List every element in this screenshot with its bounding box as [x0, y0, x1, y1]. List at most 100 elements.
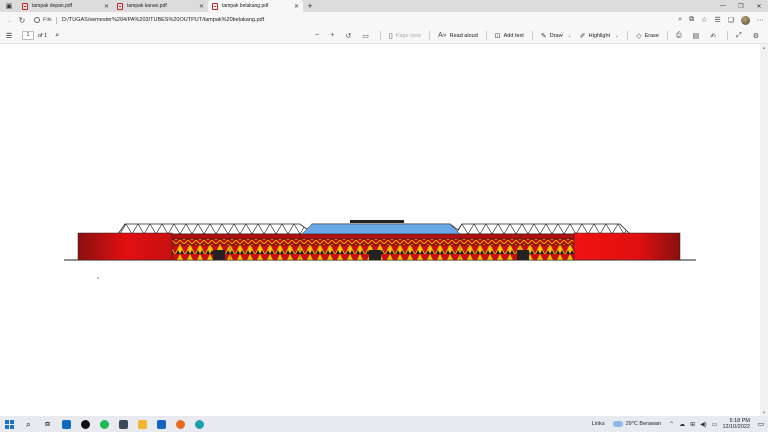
- file-explorer-icon[interactable]: [133, 416, 152, 432]
- weather-text: 29°C Berawan: [625, 421, 662, 427]
- scheme-label: File: [43, 17, 52, 23]
- close-icon[interactable]: ✕: [199, 3, 204, 10]
- tab-actions-icon[interactable]: ▣: [0, 0, 18, 12]
- pdf-file-icon: [117, 2, 123, 10]
- address-actions: ⌕ ⧉ ☆ ☰ ❏ ⋯: [678, 15, 764, 25]
- volume-icon[interactable]: ◀): [700, 421, 707, 428]
- zoom-out-button[interactable]: −: [315, 32, 322, 39]
- erase-label: Erase: [644, 32, 659, 39]
- divider: [379, 31, 381, 40]
- chevron-up-icon[interactable]: ⌃: [669, 421, 674, 428]
- spotify-icon[interactable]: [95, 416, 114, 432]
- divider: [485, 31, 487, 40]
- windows-icon: [5, 419, 14, 429]
- zoom-icon[interactable]: ⌕: [678, 16, 682, 24]
- info-icon[interactable]: [34, 17, 40, 23]
- collections-icon[interactable]: ❏: [728, 16, 734, 24]
- close-window-icon[interactable]: ✕: [750, 0, 768, 12]
- close-icon[interactable]: ✕: [104, 3, 109, 10]
- read-aloud-label: Read aloud: [449, 32, 478, 39]
- plus-icon: +: [330, 32, 335, 39]
- add-text-label: Add text: [503, 32, 524, 39]
- page-view-label: Page view: [395, 32, 422, 39]
- tab-tampak-belakang[interactable]: tampak belakang.pdf ✕: [208, 0, 303, 12]
- search-icon[interactable]: ⌕: [19, 416, 38, 432]
- door-left: [213, 250, 225, 260]
- highlight-button[interactable]: ✐ Highlight ⌄: [580, 32, 619, 40]
- app-icon[interactable]: [76, 416, 95, 432]
- read-aloud-button[interactable]: A» Read aloud: [438, 32, 478, 39]
- tab-tampak-depan[interactable]: tampak depan.pdf ✕: [18, 0, 113, 12]
- pdf-tools: − + ↺ ▭ ▯ Page view A» Read aloud ⊡ Add tex…: [307, 31, 768, 40]
- save-button[interactable]: ▤: [693, 32, 703, 40]
- onedrive-icon[interactable]: ☁: [679, 421, 685, 428]
- tab-title: tampak depan.pdf: [32, 3, 73, 9]
- task-view-icon[interactable]: ⧈: [38, 416, 57, 432]
- divider: [531, 31, 533, 40]
- add-text-icon: ⊡: [494, 32, 501, 40]
- zoom-in-button[interactable]: +: [330, 32, 337, 39]
- browser-window: ▣ tampak depan.pdf ✕ tampak kanan.pdf ✕ …: [0, 0, 768, 432]
- print-button[interactable]: ⎙: [676, 32, 685, 40]
- divider: [627, 31, 629, 40]
- right-wing-block: [573, 232, 681, 261]
- address-bar: ← ↻ File D:/TUGAS/semester%204/PA%203/TU…: [0, 12, 768, 28]
- save-as-icon: ✍: [710, 32, 717, 40]
- erase-button[interactable]: ◇ Erase: [636, 32, 659, 40]
- minimize-icon[interactable]: —: [714, 0, 732, 12]
- taskbar: ⌕ ⧈ Links 29°C Berawan ⌃ ☁ ⊞ ◀) ▭ 5:18 P…: [0, 416, 768, 432]
- contents-icon[interactable]: ☰: [0, 32, 18, 40]
- pdf-file-icon: [212, 2, 218, 10]
- fit-page-button[interactable]: ▭: [362, 32, 372, 40]
- rotate-button[interactable]: ↺: [345, 32, 354, 40]
- favorites-icon[interactable]: ☆: [701, 16, 707, 24]
- network-icon[interactable]: ⊞: [690, 421, 695, 428]
- edge-icon[interactable]: [190, 416, 209, 432]
- save-as-button[interactable]: ✍: [710, 32, 719, 40]
- maximize-icon[interactable]: ❐: [732, 0, 750, 12]
- chevron-down-icon[interactable]: ⌄: [568, 33, 572, 39]
- mail-icon[interactable]: [152, 416, 171, 432]
- door-right: [517, 250, 529, 260]
- drawing-mark: [97, 277, 99, 279]
- print-icon: ⎙: [676, 31, 682, 39]
- draw-button[interactable]: ✎ Draw ⌄: [541, 32, 572, 40]
- back-icon[interactable]: ←: [4, 16, 16, 25]
- read-aloud-icon: A»: [438, 32, 447, 39]
- close-icon[interactable]: ✕: [294, 3, 299, 10]
- battery-icon[interactable]: ▭: [712, 421, 718, 428]
- pdf-page[interactable]: [0, 44, 760, 416]
- scroll-up-icon[interactable]: ▲: [761, 45, 767, 50]
- divider: [429, 31, 431, 40]
- tab-tampak-kanan[interactable]: tampak kanan.pdf ✕: [113, 0, 208, 12]
- firefox-icon[interactable]: [171, 416, 190, 432]
- start-button[interactable]: [0, 416, 19, 432]
- facade-ornament-band: [171, 238, 575, 246]
- more-icon[interactable]: ⋯: [757, 16, 764, 24]
- profile-avatar[interactable]: [741, 15, 750, 25]
- favorites-bar-icon[interactable]: ☰: [714, 16, 720, 24]
- app-available-icon[interactable]: ⧉: [689, 16, 694, 24]
- vertical-scrollbar[interactable]: ▲ ▼: [760, 44, 768, 416]
- clock[interactable]: 5:18 PM 12/10/2022: [722, 418, 750, 430]
- url-field[interactable]: File D:/TUGAS/semester%204/PA%203/TUBES%…: [34, 14, 672, 26]
- add-text-button[interactable]: ⊡ Add text: [495, 32, 524, 40]
- notification-icon[interactable]: ▭: [756, 420, 766, 428]
- page-total: of 1: [38, 32, 48, 39]
- fullscreen-button[interactable]: ⤢: [736, 32, 745, 40]
- system-tray: Links 29°C Berawan ⌃ ☁ ⊞ ◀) ▭ 5:18 PM 12…: [592, 418, 768, 430]
- page-number-input[interactable]: 1: [22, 31, 34, 40]
- page-view-button[interactable]: ▯ Page view: [389, 32, 421, 40]
- settings-button[interactable]: ⚙: [753, 32, 762, 40]
- links-label[interactable]: Links: [592, 421, 605, 427]
- url-text[interactable]: D:/TUGAS/semester%204/PA%203/TUBES%20OUT…: [62, 17, 264, 23]
- search-icon[interactable]: ⌕: [55, 32, 59, 40]
- store-icon[interactable]: [57, 416, 76, 432]
- new-tab-button[interactable]: +: [303, 0, 317, 12]
- scroll-down-icon[interactable]: ▼: [761, 410, 767, 415]
- refresh-icon[interactable]: ↻: [16, 16, 28, 25]
- chevron-down-icon[interactable]: ⌄: [615, 33, 619, 39]
- weather-widget[interactable]: 29°C Berawan: [612, 421, 662, 427]
- roof-signage: [350, 220, 404, 223]
- app-icon[interactable]: [114, 416, 133, 432]
